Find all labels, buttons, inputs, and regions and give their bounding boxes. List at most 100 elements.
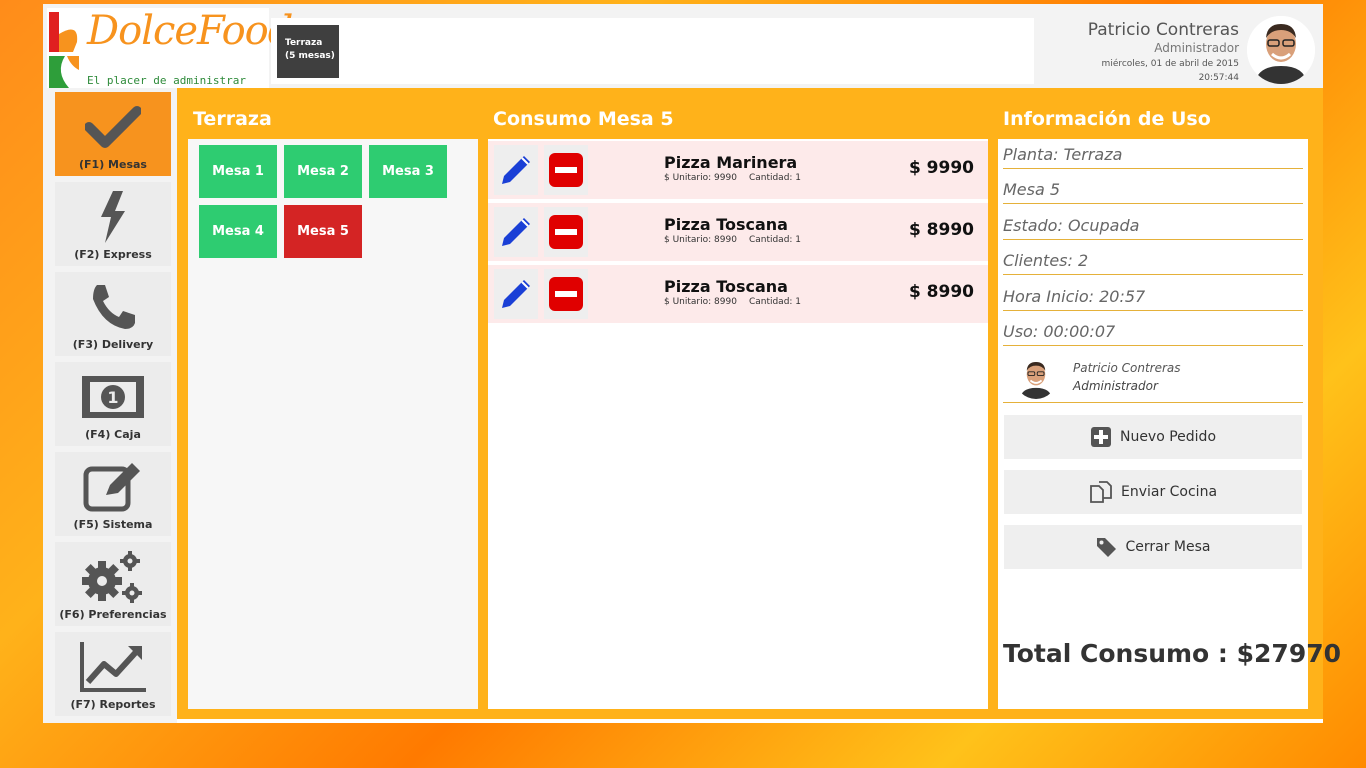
- table-mesa-3[interactable]: Mesa 3: [369, 145, 447, 198]
- sidebar-item-label: (F3) Delivery: [72, 338, 154, 351]
- item-details: $ Unitario: 9990 Cantidad: 1: [664, 173, 813, 183]
- app-window: DolceFood El placer de administrar Terra…: [43, 4, 1341, 723]
- sidebar-item-mesas[interactable]: (F1) Mesas: [55, 92, 171, 176]
- floor-chip-count: (5 mesas): [285, 51, 335, 61]
- edit-icon: [83, 463, 140, 512]
- sidebar-item-express[interactable]: (F2) Express: [55, 182, 171, 266]
- current-date: miércoles, 01 de abril de 2015: [1101, 59, 1239, 69]
- item-details: $ Unitario: 8990 Cantidad: 1: [664, 297, 813, 307]
- floor-panel-title: Terraza: [193, 108, 272, 130]
- user-role: Administrador: [1154, 41, 1239, 55]
- item-unit-price: $ Unitario: 8990: [664, 297, 737, 307]
- nuevo-pedido-button[interactable]: Nuevo Pedido: [1004, 415, 1302, 459]
- attender-role: Administrador: [1073, 379, 1158, 393]
- item-price: $ 8990: [908, 282, 974, 302]
- list-item: Pizza Toscana $ Unitario: 8990 Cantidad: …: [488, 265, 988, 323]
- enviar-cocina-label: Enviar Cocina: [1120, 484, 1218, 500]
- sidebar-item-delivery[interactable]: (F3) Delivery: [55, 272, 171, 356]
- avatar-photo-icon: [1015, 357, 1057, 399]
- total-consumo: Total Consumo : $27970: [1003, 639, 1342, 668]
- minus-icon: [549, 215, 583, 249]
- attending-user: Patricio Contreras Administrador: [1003, 351, 1303, 403]
- attender-name: Patricio Contreras: [1073, 361, 1181, 375]
- current-time: 20:57:44: [1198, 73, 1239, 83]
- sidebar-item-label: (F4) Caja: [85, 428, 141, 441]
- item-name: Pizza Toscana: [664, 277, 788, 296]
- table-mesa-1[interactable]: Mesa 1: [199, 145, 277, 198]
- pencil-icon: [502, 156, 530, 184]
- copy-icon: [1090, 481, 1112, 503]
- floor-chip-terraza[interactable]: Terraza (5 mesas): [277, 25, 339, 78]
- sidebar-item-preferencias[interactable]: (F6) Preferencias: [55, 542, 171, 626]
- phone-icon: [93, 285, 135, 329]
- logo-mark-icon: [49, 12, 79, 88]
- edit-item-button[interactable]: [494, 207, 538, 257]
- item-unit-price: $ Unitario: 8990: [664, 235, 737, 245]
- logo-tagline: El placer de administrar: [87, 74, 246, 87]
- info-hora-inicio: Hora Inicio: 20:57: [1003, 281, 1303, 311]
- table-mesa-5[interactable]: Mesa 5: [284, 205, 362, 258]
- list-item: Pizza Toscana $ Unitario: 8990 Cantidad: …: [488, 203, 988, 261]
- logo: DolceFood El placer de administrar: [47, 8, 293, 88]
- nuevo-pedido-label: Nuevo Pedido: [1119, 429, 1217, 445]
- plus-square-icon: [1090, 427, 1111, 447]
- minus-icon: [549, 277, 583, 311]
- item-quantity: Cantidad: 1: [748, 235, 802, 245]
- sidebar-item-label: (F5) Sistema: [73, 518, 153, 531]
- edit-item-button[interactable]: [494, 145, 538, 195]
- item-name: Pizza Marinera: [664, 153, 798, 172]
- floor-selector-bar: Terraza (5 mesas): [271, 18, 1034, 84]
- avatar-photo-icon: [1247, 16, 1315, 84]
- enviar-cocina-button[interactable]: Enviar Cocina: [1004, 470, 1302, 514]
- item-name: Pizza Toscana: [664, 215, 788, 234]
- info-mesa: Mesa 5: [1003, 174, 1303, 204]
- user-name: Patricio Contreras: [1087, 20, 1239, 40]
- info-uso: Uso: 00:00:07: [1003, 316, 1303, 346]
- info-panel-title: Información de Uso: [1003, 108, 1211, 130]
- gears-icon: [82, 551, 142, 603]
- pencil-icon: [502, 218, 530, 246]
- sidebar-item-label: (F7) Reportes: [70, 698, 156, 711]
- svg-text:1: 1: [107, 388, 118, 407]
- floor-panel: Mesa 1 Mesa 2 Mesa 3 Mesa 4 Mesa 5: [188, 139, 478, 709]
- item-quantity: Cantidad: 1: [748, 173, 802, 183]
- minus-icon: [549, 153, 583, 187]
- sidebar-item-label: (F2) Express: [74, 248, 152, 261]
- avatar[interactable]: [1247, 16, 1315, 84]
- remove-item-button[interactable]: [544, 269, 588, 319]
- main-content: Terraza Mesa 1 Mesa 2 Mesa 3 Mesa 4 Mesa…: [177, 88, 1341, 719]
- table-mesa-4[interactable]: Mesa 4: [199, 205, 277, 258]
- cerrar-mesa-button[interactable]: Cerrar Mesa: [1004, 525, 1302, 569]
- list-item: Pizza Marinera $ Unitario: 9990 Cantidad:…: [488, 141, 988, 199]
- info-planta: Planta: Terraza: [1003, 139, 1303, 169]
- lightning-icon: [101, 191, 125, 243]
- table-mesa-2[interactable]: Mesa 2: [284, 145, 362, 198]
- pencil-icon: [502, 280, 530, 308]
- user-info: Patricio Contreras Administrador miércol…: [1049, 8, 1323, 88]
- sidebar-item-reportes[interactable]: (F7) Reportes: [55, 632, 171, 716]
- tag-icon: [1097, 538, 1117, 557]
- order-panel: Pizza Marinera $ Unitario: 9990 Cantidad:…: [488, 139, 988, 709]
- remove-item-button[interactable]: [544, 145, 588, 195]
- sidebar-item-sistema[interactable]: (F5) Sistema: [55, 452, 171, 536]
- sidebar-item-label: (F6) Preferencias: [59, 608, 167, 621]
- info-clientes: Clientes: 2: [1003, 245, 1303, 275]
- sidebar: (F1) Mesas (F2) Express (F3) Delivery 1 …: [43, 88, 177, 723]
- info-estado: Estado: Ocupada: [1003, 210, 1303, 240]
- item-price: $ 8990: [908, 220, 974, 240]
- header: DolceFood El placer de administrar Terra…: [43, 4, 1323, 88]
- logo-text: DolceFood: [87, 8, 293, 54]
- remove-item-button[interactable]: [544, 207, 588, 257]
- sidebar-item-caja[interactable]: 1 (F4) Caja: [55, 362, 171, 446]
- edit-item-button[interactable]: [494, 269, 538, 319]
- chart-icon: [80, 642, 146, 692]
- cerrar-mesa-label: Cerrar Mesa: [1125, 539, 1211, 555]
- sidebar-item-label: (F1) Mesas: [79, 158, 147, 171]
- avatar: [1015, 357, 1057, 399]
- info-panel: Planta: Terraza Mesa 5 Estado: Ocupada C…: [998, 139, 1341, 709]
- check-icon: [85, 106, 141, 148]
- floor-chip-name: Terraza: [285, 38, 323, 48]
- order-panel-title: Consumo Mesa 5: [493, 108, 674, 130]
- item-price: $ 9990: [908, 158, 974, 178]
- item-quantity: Cantidad: 1: [748, 297, 802, 307]
